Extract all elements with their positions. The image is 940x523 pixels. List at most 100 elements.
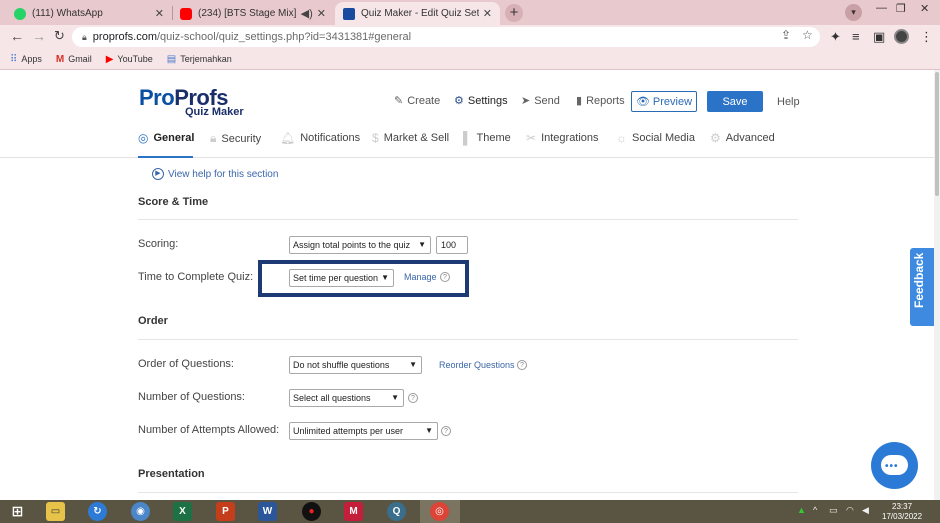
chat-widget-button[interactable]: •••	[871, 442, 918, 489]
volume-icon[interactable]: ◀	[862, 505, 869, 516]
highlight-annotation-box	[258, 260, 469, 297]
check-circle-icon: ◎	[138, 131, 149, 145]
tab-integrations[interactable]: ✂ Integrations	[526, 131, 599, 145]
view-help-link[interactable]: ▶ View help for this section	[152, 168, 278, 180]
save-button[interactable]: Save	[707, 91, 763, 112]
scoring-select[interactable]: Assign total points to the quiz ▼	[289, 236, 431, 254]
browser-tab-whatsapp[interactable]: (111) WhatsApp ✕	[6, 2, 172, 25]
reorder-questions-link[interactable]: Reorder Questions	[439, 360, 515, 370]
help-circle-icon[interactable]: ?	[517, 360, 527, 370]
nav-reports[interactable]: ▮ Reports	[576, 94, 625, 108]
forward-icon[interactable]: →	[32, 28, 46, 44]
bookmark-gmail[interactable]: M Gmail	[56, 54, 92, 65]
tab-social-media[interactable]: ☼ Social Media	[616, 131, 695, 145]
nav-send[interactable]: ➤ Send	[521, 94, 560, 108]
restore-icon[interactable]: ❐	[896, 2, 906, 15]
help-link[interactable]: Help	[777, 96, 800, 108]
chevron-down-icon: ▼	[391, 393, 399, 402]
extensions-icon[interactable]: ✦	[830, 29, 841, 45]
menu-icon[interactable]: ⋮	[920, 29, 933, 45]
excel-icon[interactable]: X	[173, 502, 192, 521]
order-of-questions-select[interactable]: Do not shuffle questions ▼	[289, 356, 422, 374]
bookmark-terjemahkan[interactable]: ▤ Terjemahkan	[167, 54, 232, 65]
reading-list-icon[interactable]: ≡	[852, 29, 860, 44]
tray-up-icon[interactable]: ▲	[797, 505, 806, 515]
tab-security[interactable]: 🔒︎ Security	[210, 131, 261, 146]
preview-button[interactable]: 👁︎ Preview	[631, 91, 697, 112]
side-panel-icon[interactable]: ▣	[873, 29, 885, 45]
total-points-input[interactable]: 100	[436, 236, 468, 254]
battery-icon[interactable]: ▭	[829, 505, 838, 516]
browser-tab-youtube[interactable]: (234) [BTS Stage Mix] Airplane ◀) ✕	[172, 2, 334, 25]
nav-create[interactable]: ✎ Create	[394, 94, 440, 108]
tab-advanced[interactable]: ⚙ Advanced	[710, 131, 775, 145]
profile-avatar[interactable]	[894, 29, 909, 44]
reload-icon[interactable]: ↻	[54, 28, 65, 44]
close-window-icon[interactable]: ✕	[920, 2, 929, 15]
scrollbar-thumb[interactable]	[935, 72, 939, 196]
bookmark-star-icon[interactable]: ☆	[802, 28, 813, 42]
tab-general[interactable]: ◎ General	[138, 131, 194, 145]
back-icon[interactable]: ←	[10, 28, 24, 44]
close-icon[interactable]: ✕	[155, 7, 164, 20]
tab-theme[interactable]: ▌ Theme	[463, 131, 511, 145]
pencil-icon: ✎	[394, 95, 404, 107]
close-icon[interactable]: ✕	[317, 7, 326, 20]
select-value: Do not shuffle questions	[293, 360, 390, 370]
browser-app-icon[interactable]: ◉	[131, 502, 150, 521]
minimize-icon[interactable]: —	[876, 2, 887, 14]
bar-chart-icon: ▮	[576, 95, 583, 107]
browser-toolbar: ← → ↻ 🔒︎ proprofs.com/quiz-school/quiz_s…	[0, 25, 940, 49]
powerpoint-icon[interactable]: P	[216, 502, 235, 521]
search-app-icon[interactable]: Q	[387, 502, 406, 521]
lock-icon: 🔒︎	[82, 31, 87, 42]
url-host: proprofs.com	[92, 31, 157, 43]
file-explorer-icon[interactable]: ▭	[46, 502, 65, 521]
address-bar[interactable]: 🔒︎ proprofs.com/quiz-school/quiz_setting…	[72, 27, 820, 47]
chevron-down-icon: ▼	[409, 360, 417, 369]
feedback-tab[interactable]: Feedback	[910, 248, 936, 326]
help-circle-icon[interactable]: ?	[441, 426, 451, 436]
bookmark-label: Terjemahkan	[180, 54, 232, 64]
record-icon[interactable]: ●	[302, 502, 321, 521]
bookmark-label: YouTube	[117, 54, 153, 64]
proprofs-favicon-icon	[343, 7, 355, 20]
order-of-questions-label: Order of Questions:	[138, 358, 234, 370]
tray-chevron-icon[interactable]: ^	[813, 505, 817, 515]
bookmark-label: Gmail	[68, 54, 92, 64]
tab-label: (234) [BTS Stage Mix] Airplane	[198, 8, 297, 19]
send-icon: ➤	[521, 95, 531, 107]
new-tab-button[interactable]: +	[505, 4, 523, 22]
help-link-label: View help for this section	[168, 168, 279, 180]
gmail-icon: M	[55, 53, 65, 65]
windows-start-icon[interactable]: ⊞	[8, 502, 27, 521]
apps-grid-icon: ⠿	[10, 53, 18, 65]
gears-icon: ⚙	[710, 131, 721, 145]
tab-search-icon[interactable]: ▾	[845, 4, 862, 21]
logo-subtitle: Quiz Maker	[185, 106, 244, 118]
system-clock[interactable]: 23:37 17/03/2022	[882, 502, 922, 522]
number-of-questions-select[interactable]: Select all questions ▼	[289, 389, 404, 407]
nav-label: Reports	[586, 94, 625, 107]
close-icon[interactable]: ✕	[483, 7, 492, 20]
help-circle-icon[interactable]: ?	[408, 393, 418, 403]
wifi-icon[interactable]: ◠	[846, 505, 854, 516]
select-value: Unlimited attempts per user	[293, 426, 404, 436]
gear-icon: ⚙	[454, 95, 464, 107]
tab-market-sell[interactable]: $ Market & Sell	[372, 131, 449, 145]
attempts-allowed-select[interactable]: Unlimited attempts per user ▼	[289, 422, 438, 440]
bookmark-apps[interactable]: ⠿ Apps	[10, 54, 42, 65]
nav-settings[interactable]: ⚙ Settings	[454, 94, 508, 108]
chrome-icon[interactable]: ◎	[430, 502, 449, 521]
sync-app-icon[interactable]: ↻	[88, 502, 107, 521]
feedback-label: Feedback	[912, 252, 926, 308]
share-icon[interactable]: ⇪	[781, 28, 791, 42]
tab-label: Notifications	[300, 132, 361, 144]
tab-notifications[interactable]: 🔔︎ Notifications	[280, 131, 360, 145]
bookmark-youtube[interactable]: ▶ YouTube	[106, 54, 153, 65]
audio-icon[interactable]: ◀)	[301, 7, 313, 20]
browser-tab-quiz-maker[interactable]: Quiz Maker - Edit Quiz Settings ✕	[335, 2, 500, 25]
mendeley-icon[interactable]: M	[344, 502, 363, 521]
tab-label: Integrations	[541, 132, 599, 144]
word-icon[interactable]: W	[258, 502, 277, 521]
